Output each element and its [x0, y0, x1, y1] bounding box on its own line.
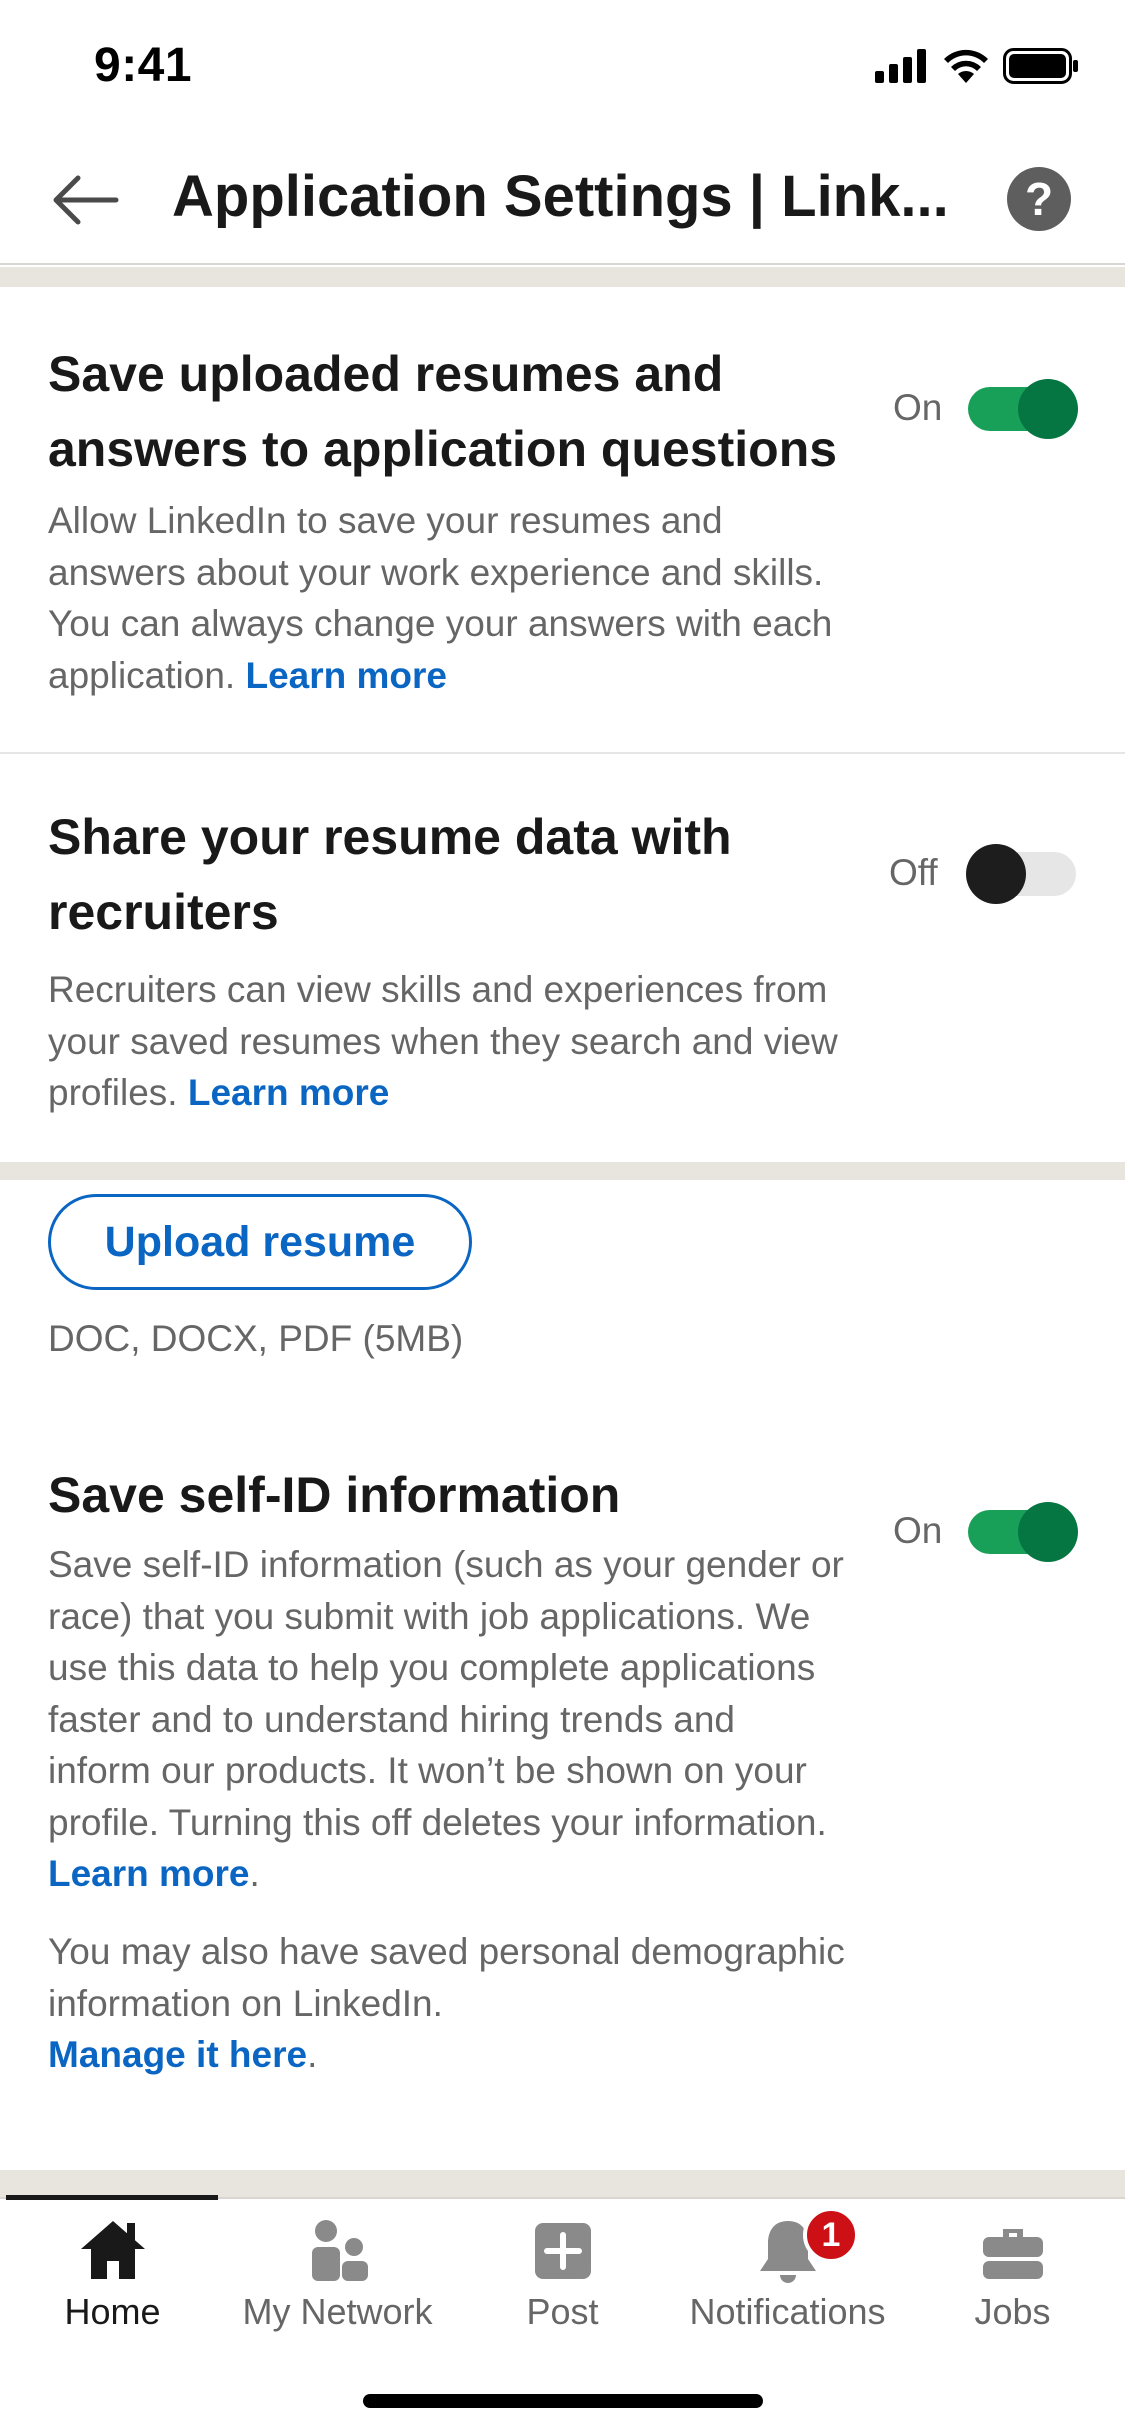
wifi-icon	[944, 49, 988, 83]
setting-description: Save self-ID information (such as your g…	[48, 1544, 844, 1894]
setting-title: Share your resume data with recruiters	[48, 809, 732, 940]
file-format-hint: DOC, DOCX, PDF (5MB)	[48, 1318, 464, 1359]
back-button[interactable]	[40, 165, 130, 235]
notification-badge: 1	[803, 2207, 859, 2263]
nav-item-home[interactable]: Home	[0, 2199, 225, 2349]
setting-share-resume-data: Share your resume data with recruiters R…	[0, 754, 1125, 1162]
nav-label: Home	[64, 2291, 161, 2332]
nav-label: Post	[526, 2291, 599, 2332]
status-bar: 9:41	[0, 0, 1125, 135]
status-icons	[875, 48, 1079, 84]
network-icon	[311, 2220, 368, 2281]
upload-resume-button[interactable]: Upload resume	[48, 1194, 472, 1290]
nav-item-jobs[interactable]: Jobs	[900, 2199, 1125, 2349]
page-title: Application Settings | Link...	[172, 164, 949, 229]
application-settings-screen: 9:41 Application Settings | Link... ? Sa…	[0, 0, 1125, 2436]
help-button[interactable]: ?	[1007, 167, 1071, 231]
toggle-state-label: Off	[889, 852, 938, 893]
home-indicator[interactable]	[363, 2394, 763, 2408]
setting-save-resumes: Save uploaded resumes and answers to app…	[0, 287, 1125, 752]
toggle-state-label: On	[893, 387, 943, 428]
nav-item-notifications[interactable]: 1 Notifications	[675, 2199, 900, 2349]
share-resume-toggle[interactable]	[966, 844, 1076, 904]
learn-more-link[interactable]: Learn more	[188, 1072, 390, 1113]
learn-more-link[interactable]: Learn more	[48, 1853, 250, 1894]
setting-title: Save uploaded resumes and answers to app…	[48, 346, 838, 477]
section-divider	[0, 2170, 1125, 2197]
nav-label: My Network	[242, 2291, 433, 2332]
toggle-knob	[1018, 1502, 1078, 1562]
save-self-id-toggle[interactable]	[968, 1502, 1078, 1562]
section-divider	[0, 1162, 1125, 1180]
manage-it-here-link[interactable]: Manage it here	[48, 2034, 307, 2075]
help-icon: ?	[1024, 173, 1054, 225]
setting-title: Save self-ID information	[48, 1467, 621, 1523]
battery-icon	[1003, 48, 1078, 84]
post-icon	[534, 2223, 591, 2279]
signal-icon	[875, 49, 926, 83]
arrow-left-icon	[53, 175, 119, 225]
setting-description: Recruiters can view skills and experienc…	[48, 969, 838, 1113]
nav-item-my-network[interactable]: My Network	[225, 2199, 450, 2349]
briefcase-icon	[982, 2229, 1043, 2279]
app-header: Application Settings | Link... ?	[0, 135, 1125, 265]
toggle-knob	[1018, 379, 1078, 439]
toggle-knob	[966, 844, 1026, 904]
setting-description: Allow LinkedIn to save your resumes and …	[48, 500, 833, 696]
setting-save-self-id: Save self-ID information Save self-ID in…	[0, 1420, 1125, 2160]
demographic-info-text: You may also have saved personal demogra…	[48, 1931, 845, 2075]
toggle-state-label: On	[893, 1510, 943, 1551]
home-icon	[80, 2221, 145, 2279]
section-divider	[0, 267, 1125, 287]
status-time: 9:41	[94, 39, 193, 92]
save-resumes-toggle[interactable]	[968, 379, 1078, 439]
nav-label: Notifications	[689, 2291, 886, 2332]
nav-item-post[interactable]: Post	[450, 2199, 675, 2349]
learn-more-link[interactable]: Learn more	[245, 655, 447, 696]
nav-label: Jobs	[974, 2291, 1051, 2332]
